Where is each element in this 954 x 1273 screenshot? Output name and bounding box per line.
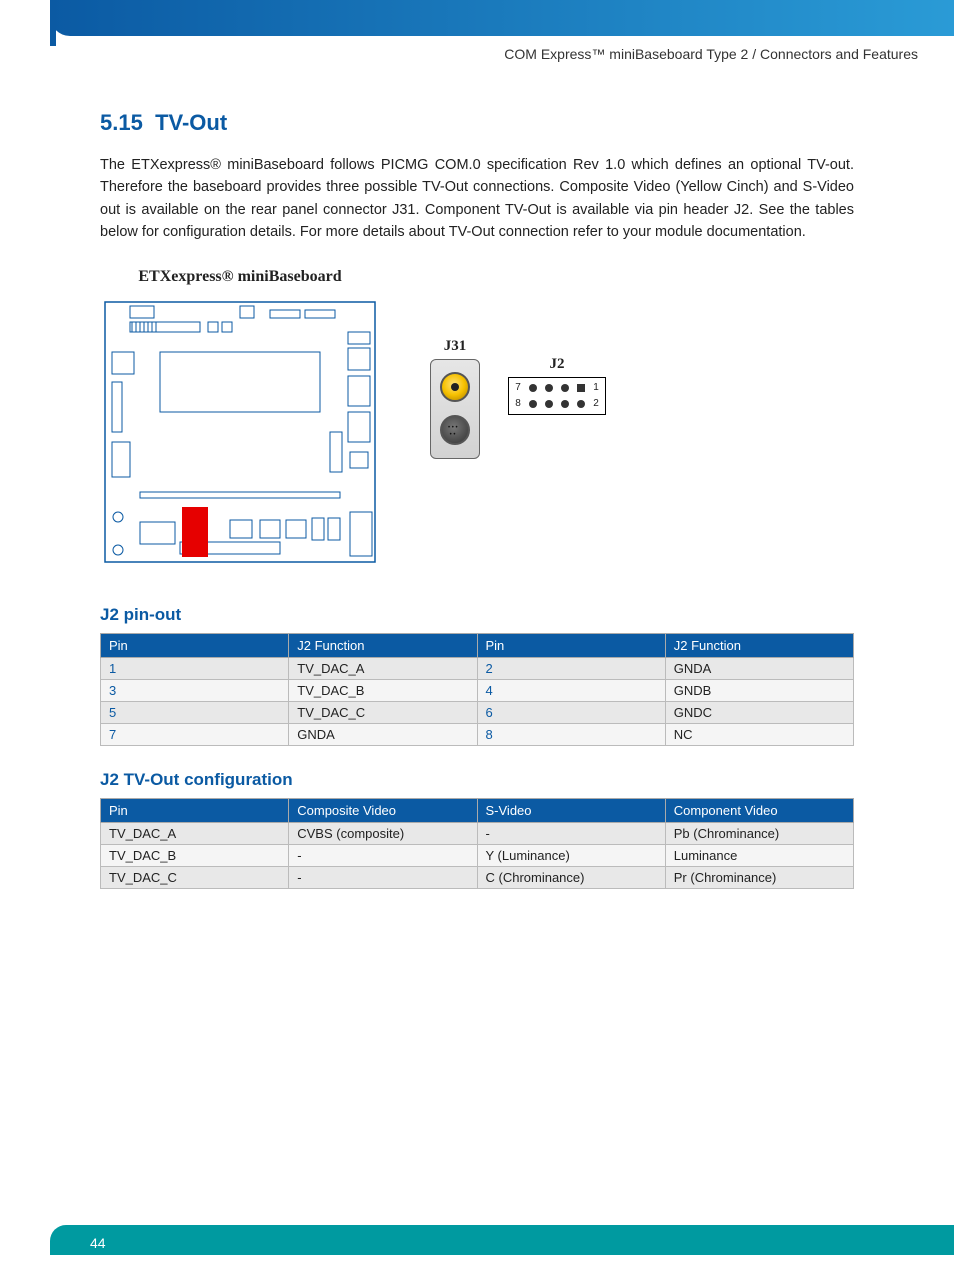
cell-comp: - <box>289 844 477 866</box>
j31-label: J31 <box>430 338 480 355</box>
cell-sv: C (Chrominance) <box>477 866 665 888</box>
j2-config-heading: J2 TV-Out configuration <box>100 770 854 790</box>
th-func2: J2 Function <box>665 633 853 657</box>
cell-pin: 7 <box>101 723 289 745</box>
pin-dot-icon <box>561 400 569 408</box>
cell-pin: 5 <box>101 701 289 723</box>
svideo-jack-icon <box>440 415 470 445</box>
cell-pin: 4 <box>477 679 665 701</box>
page-number: 44 <box>90 1235 106 1251</box>
cell-func: NC <box>665 723 853 745</box>
pin-dot-icon <box>529 384 537 392</box>
th-comp: Composite Video <box>289 798 477 822</box>
figure-row: ETXexpress® miniBaseboard <box>100 268 854 575</box>
breadcrumb: COM Express™ miniBaseboard Type 2 / Conn… <box>504 46 918 62</box>
cell-func: GNDA <box>289 723 477 745</box>
j2-pin-2: 2 <box>593 399 599 409</box>
j2-pin-1: 1 <box>593 383 599 393</box>
j2-pin-7: 7 <box>515 383 521 393</box>
section-number: 5.15 <box>100 110 143 135</box>
cell-pin: TV_DAC_A <box>101 822 289 844</box>
cell-func: GNDC <box>665 701 853 723</box>
j2-pinout-heading: J2 pin-out <box>100 605 854 625</box>
pin-dot-icon <box>577 400 585 408</box>
table-row: 7GNDA8NC <box>101 723 854 745</box>
cell-cv: Pb (Chrominance) <box>665 822 853 844</box>
j2-pin-header-diagram: 7 1 8 2 <box>508 377 606 415</box>
pin-dot-icon <box>545 400 553 408</box>
j2-pinout-table: Pin J2 Function Pin J2 Function 1TV_DAC_… <box>100 633 854 746</box>
cell-func: TV_DAC_C <box>289 701 477 723</box>
cell-comp: CVBS (composite) <box>289 822 477 844</box>
j31-connector <box>430 359 480 459</box>
side-stripe <box>50 0 56 46</box>
th-pin: Pin <box>101 798 289 822</box>
table-row: TV_DAC_ACVBS (composite)-Pb (Chrominance… <box>101 822 854 844</box>
cell-cv: Pr (Chrominance) <box>665 866 853 888</box>
table-row: TV_DAC_B-Y (Luminance)Luminance <box>101 844 854 866</box>
pin-dot-icon <box>529 400 537 408</box>
th-cvid: Component Video <box>665 798 853 822</box>
table-row: 3TV_DAC_B4GNDB <box>101 679 854 701</box>
th-pin2: Pin <box>477 633 665 657</box>
th-pin: Pin <box>101 633 289 657</box>
board-diagram-title: ETXexpress® miniBaseboard <box>100 268 380 286</box>
j2-pin-8: 8 <box>515 399 521 409</box>
pin-square-icon <box>577 384 585 392</box>
table-row: 5TV_DAC_C6GNDC <box>101 701 854 723</box>
cell-pin: 8 <box>477 723 665 745</box>
table-row: TV_DAC_C-C (Chrominance)Pr (Chrominance) <box>101 866 854 888</box>
footer-bar <box>50 1225 954 1255</box>
cell-func: TV_DAC_A <box>289 657 477 679</box>
rca-jack-icon <box>440 372 470 402</box>
pin-dot-icon <box>561 384 569 392</box>
header-bar <box>50 0 954 36</box>
section-title: TV-Out <box>155 110 227 135</box>
cell-pin: 1 <box>101 657 289 679</box>
cell-sv: Y (Luminance) <box>477 844 665 866</box>
cell-cv: Luminance <box>665 844 853 866</box>
board-diagram <box>100 292 380 572</box>
j2-config-table: Pin Composite Video S-Video Component Vi… <box>100 798 854 889</box>
table-row: 1TV_DAC_A2GNDA <box>101 657 854 679</box>
cell-pin: 3 <box>101 679 289 701</box>
th-svid: S-Video <box>477 798 665 822</box>
cell-pin: 6 <box>477 701 665 723</box>
intro-paragraph: The ETXexpress® miniBaseboard follows PI… <box>100 154 854 244</box>
th-func: J2 Function <box>289 633 477 657</box>
cell-func: GNDA <box>665 657 853 679</box>
cell-func: TV_DAC_B <box>289 679 477 701</box>
cell-pin: TV_DAC_B <box>101 844 289 866</box>
cell-pin: 2 <box>477 657 665 679</box>
j2-label: J2 <box>550 356 565 373</box>
pin-dot-icon <box>545 384 553 392</box>
cell-func: GNDB <box>665 679 853 701</box>
section-heading: 5.15 TV-Out <box>100 110 854 136</box>
cell-sv: - <box>477 822 665 844</box>
cell-pin: TV_DAC_C <box>101 866 289 888</box>
cell-comp: - <box>289 866 477 888</box>
